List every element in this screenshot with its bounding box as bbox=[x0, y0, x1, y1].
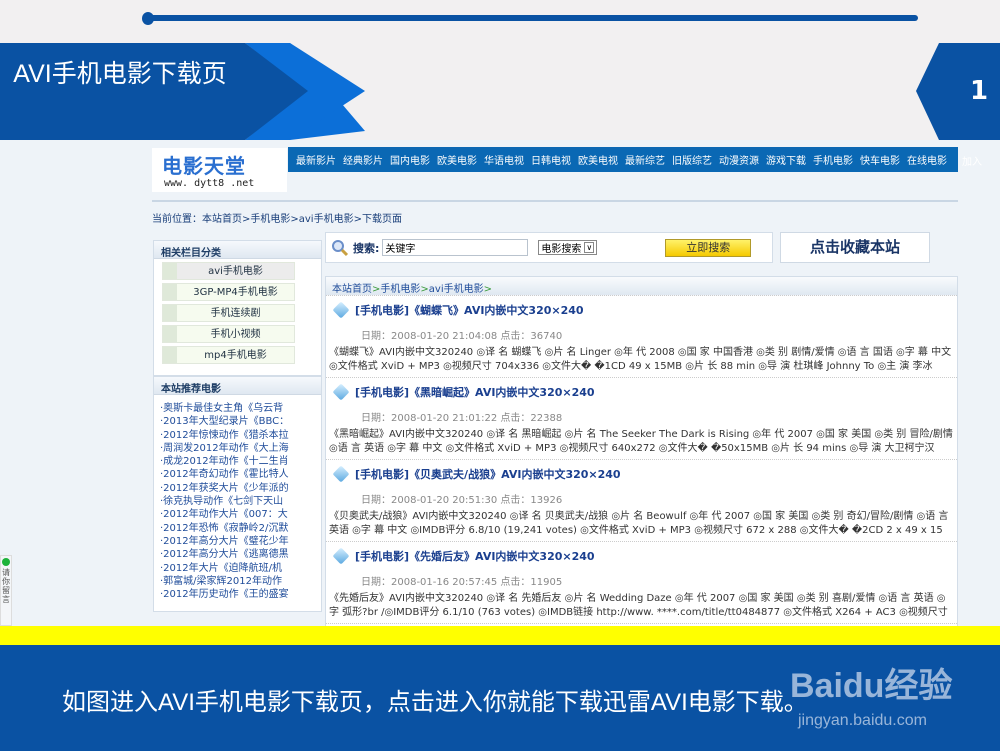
website-screenshot: 电影天堂 www. dytt8 .net 最新影片 经典影片 国内电影 欧美电影 华语电… bbox=[0, 140, 1000, 626]
select-value: 电影搜索 bbox=[541, 244, 582, 255]
category-item[interactable]: 手机小视频 bbox=[162, 325, 295, 343]
entry-meta: 日期：2008-01-16 20:57:45 点击：11905 bbox=[361, 577, 563, 588]
nav-item[interactable]: 动漫资源 bbox=[719, 152, 759, 167]
breadcrumb-link[interactable]: 本站首页 bbox=[332, 284, 372, 295]
breadcrumb-link[interactable]: avi手机电影 bbox=[429, 284, 484, 295]
entry-meta: 日期：2008-01-20 21:04:08 点击：36740 bbox=[361, 331, 563, 342]
nav-item[interactable]: 快车电影 bbox=[860, 152, 900, 167]
logo-name: 电影天堂 bbox=[162, 154, 246, 178]
nav-extra[interactable]: 加入 bbox=[962, 153, 982, 168]
entry-description: 《黑暗崛起》AVI内嵌中文320240 ◎译 名 黑暗崛起 ◎片 名 The S… bbox=[329, 429, 953, 454]
recommend-link[interactable]: ·2012年惊悚动作《猎杀本拉 bbox=[160, 429, 321, 442]
entry-title[interactable]: [手机电影]《蝴蝶飞》AVI内嵌中文320×240 bbox=[355, 302, 584, 318]
nav-item[interactable]: 经典影片 bbox=[343, 152, 383, 167]
recommend-title: 本站推荐电影 bbox=[154, 377, 321, 395]
list-breadcrumb: 本站首页>手机电影>avi手机电影> bbox=[326, 277, 957, 296]
feedback-widget[interactable]: 请你留言 bbox=[0, 555, 12, 626]
category-item[interactable]: mp4手机电影 bbox=[162, 346, 295, 364]
bookmark-button[interactable]: 点击收藏本站 bbox=[780, 232, 930, 263]
progress-line bbox=[146, 15, 918, 21]
nav-item[interactable]: 华语电视 bbox=[484, 152, 524, 167]
search-button[interactable]: 立即搜索 bbox=[665, 238, 752, 257]
nav-item[interactable]: 旧版综艺 bbox=[672, 152, 712, 167]
search-bar: 搜索: 电影搜索∨ 立即搜索 bbox=[325, 232, 773, 263]
breadcrumb: 当前位置：本站首页>手机电影>avi手机电影>下载页面 bbox=[152, 214, 402, 225]
nav-item[interactable]: 欧美电视 bbox=[578, 152, 618, 167]
entry-meta: 日期：2008-01-20 21:01:22 点击：22388 bbox=[361, 413, 563, 424]
recommend-link[interactable]: ·奥斯卡最佳女主角《乌云背 bbox=[160, 402, 321, 415]
recommend-panel: 本站推荐电影 ·奥斯卡最佳女主角《乌云背 ·2013年大型纪录片《BBC： ·201… bbox=[153, 376, 322, 612]
logo-url: www. dytt8 .net bbox=[164, 178, 255, 189]
gem-icon bbox=[332, 301, 350, 319]
nav-item[interactable]: 手机电影 bbox=[813, 152, 853, 167]
status-dot bbox=[2, 558, 10, 566]
baidu-watermark: Baidu经验 jingyan.baidu.com bbox=[790, 640, 1000, 750]
entry-description: 《贝奥武夫/战狼》AVI内嵌中文320240 ◎译 名 贝奥武夫/战狼 ◎片 名… bbox=[329, 511, 949, 536]
breadcrumb-separator: > bbox=[483, 284, 492, 295]
slide-title: AVI手机电影下载页 bbox=[13, 60, 227, 88]
recommend-link[interactable]: ·2012年获奖大片《少年派的 bbox=[160, 482, 321, 495]
entry-title-row[interactable]: [手机电影]《贝奥武夫/战狼》AVI内嵌中文320×240 bbox=[329, 465, 954, 483]
slide-caption: 如图进入AVI手机电影下载页，点击进入你就能下载迅雷AVI电影下载。 bbox=[62, 689, 808, 716]
gem-icon bbox=[332, 383, 350, 401]
recommend-link[interactable]: ·2012年大片《迫降航班/机 bbox=[160, 562, 321, 575]
recommend-link[interactable]: ·2012年动作大片《007：大 bbox=[160, 508, 321, 521]
entry-title-row[interactable]: [手机电影]《黑暗崛起》AVI内嵌中文320×240 bbox=[329, 383, 954, 401]
recommend-link[interactable]: ·2012年高分大片《璧花少年 bbox=[160, 535, 321, 548]
recommend-link[interactable]: ·2012年恐怖《寂静岭2/沉默 bbox=[160, 522, 321, 535]
recommend-link[interactable]: ·郭富城/梁家辉2012年动作 bbox=[160, 575, 321, 588]
category-item[interactable]: 3GP-MP4手机电影 bbox=[162, 283, 295, 301]
divider bbox=[152, 200, 958, 202]
entry-title[interactable]: [手机电影]《先婚后友》AVI内嵌中文320×240 bbox=[355, 548, 595, 564]
nav-item[interactable]: 游戏下载 bbox=[766, 152, 806, 167]
recommend-link[interactable]: ·周润发2012年动作《大上海 bbox=[160, 442, 321, 455]
list-item: [手机电影]《蝴蝶飞》AVI内嵌中文320×240 日期：2008-01-20 2… bbox=[326, 296, 957, 378]
feedback-label: 请你留言 bbox=[2, 568, 10, 604]
nav-item[interactable]: 欧美电影 bbox=[437, 152, 477, 167]
watermark-brand: Baidu经验 bbox=[790, 667, 953, 705]
nav-item[interactable]: 在线电影 bbox=[907, 152, 947, 167]
search-type-select[interactable]: 电影搜索 ∨ bbox=[538, 240, 598, 255]
recommend-link[interactable]: ·2012年历史动作《王的盛宴 bbox=[160, 588, 321, 601]
entry-title[interactable]: [手机电影]《贝奥武夫/战狼》AVI内嵌中文320×240 bbox=[355, 466, 621, 482]
entry-description: 《先婚后友》AVI内嵌中文320240 ◎译 名 先婚后友 ◎片 名 Weddi… bbox=[329, 593, 948, 618]
entry-title-row[interactable]: [手机电影]《蝴蝶飞》AVI内嵌中文320×240 bbox=[329, 301, 954, 319]
recommend-link[interactable]: ·2012年高分大片《逃离德黑 bbox=[160, 548, 321, 561]
gem-icon bbox=[332, 547, 350, 565]
nav-item[interactable]: 最新影片 bbox=[296, 152, 336, 167]
breadcrumb-link[interactable]: 手机电影 bbox=[380, 284, 420, 295]
main-nav: 最新影片 经典影片 国内电影 欧美电影 华语电视 日韩电视 欧美电视 最新综艺 旧版综艺 动漫资源… bbox=[288, 147, 958, 172]
entry-description: 《蝴蝶飞》AVI内嵌中文320240 ◎译 名 蝴蝶飞 ◎片 名 Linger … bbox=[329, 347, 952, 372]
breadcrumb-separator: > bbox=[420, 284, 429, 295]
search-icon bbox=[332, 239, 349, 256]
movie-list-panel: 本站首页>手机电影>avi手机电影> [手机电影]《蝴蝶飞》AVI内嵌中文320… bbox=[325, 276, 958, 626]
chevron-down-icon: ∨ bbox=[584, 242, 595, 253]
recommend-link[interactable]: ·徐克执导动作《七剑下天山 bbox=[160, 495, 321, 508]
nav-item[interactable]: 最新综艺 bbox=[625, 152, 665, 167]
entry-title-row[interactable]: [手机电影]《先婚后友》AVI内嵌中文320×240 bbox=[329, 547, 954, 565]
page-number: 1 bbox=[970, 76, 989, 106]
entry-meta: 日期：2008-01-20 20:51:30 点击：13926 bbox=[361, 495, 563, 506]
entry-title[interactable]: [手机电影]《黑暗崛起》AVI内嵌中文320×240 bbox=[355, 384, 595, 400]
category-panel: 相关栏目分类 avi手机电影 3GP-MP4手机电影 手机连续剧手机小视频 mp4手机… bbox=[153, 240, 322, 376]
category-item[interactable]: 手机连续剧 bbox=[162, 304, 295, 322]
list-item: [手机电影]《先婚后友》AVI内嵌中文320×240 日期：2008-01-16 … bbox=[326, 542, 957, 624]
nav-item[interactable]: 国内电影 bbox=[390, 152, 430, 167]
category-title: 相关栏目分类 bbox=[154, 241, 321, 259]
list-item: [手机电影]《贝奥武夫/战狼》AVI内嵌中文320×240 日期：2008-01-… bbox=[326, 460, 957, 542]
list-item: [手机电影]《黑暗崛起》AVI内嵌中文320×240 日期：2008-01-20 … bbox=[326, 378, 957, 460]
watermark-url: jingyan.baidu.com bbox=[798, 712, 927, 729]
search-input[interactable] bbox=[382, 239, 529, 256]
nav-item[interactable]: 日韩电视 bbox=[531, 152, 571, 167]
search-label: 搜索: bbox=[353, 241, 380, 255]
category-item[interactable]: avi手机电影 bbox=[162, 262, 295, 280]
recommend-link[interactable]: ·2013年大型纪录片《BBC： bbox=[160, 415, 321, 428]
recommend-link[interactable]: ·2012年奇幻动作《霍比特人 bbox=[160, 468, 321, 481]
recommend-link[interactable]: ·成龙2012年动作《十二生肖 bbox=[160, 455, 321, 468]
site-logo[interactable]: 电影天堂 www. dytt8 .net bbox=[152, 148, 287, 192]
gem-icon bbox=[332, 465, 350, 483]
